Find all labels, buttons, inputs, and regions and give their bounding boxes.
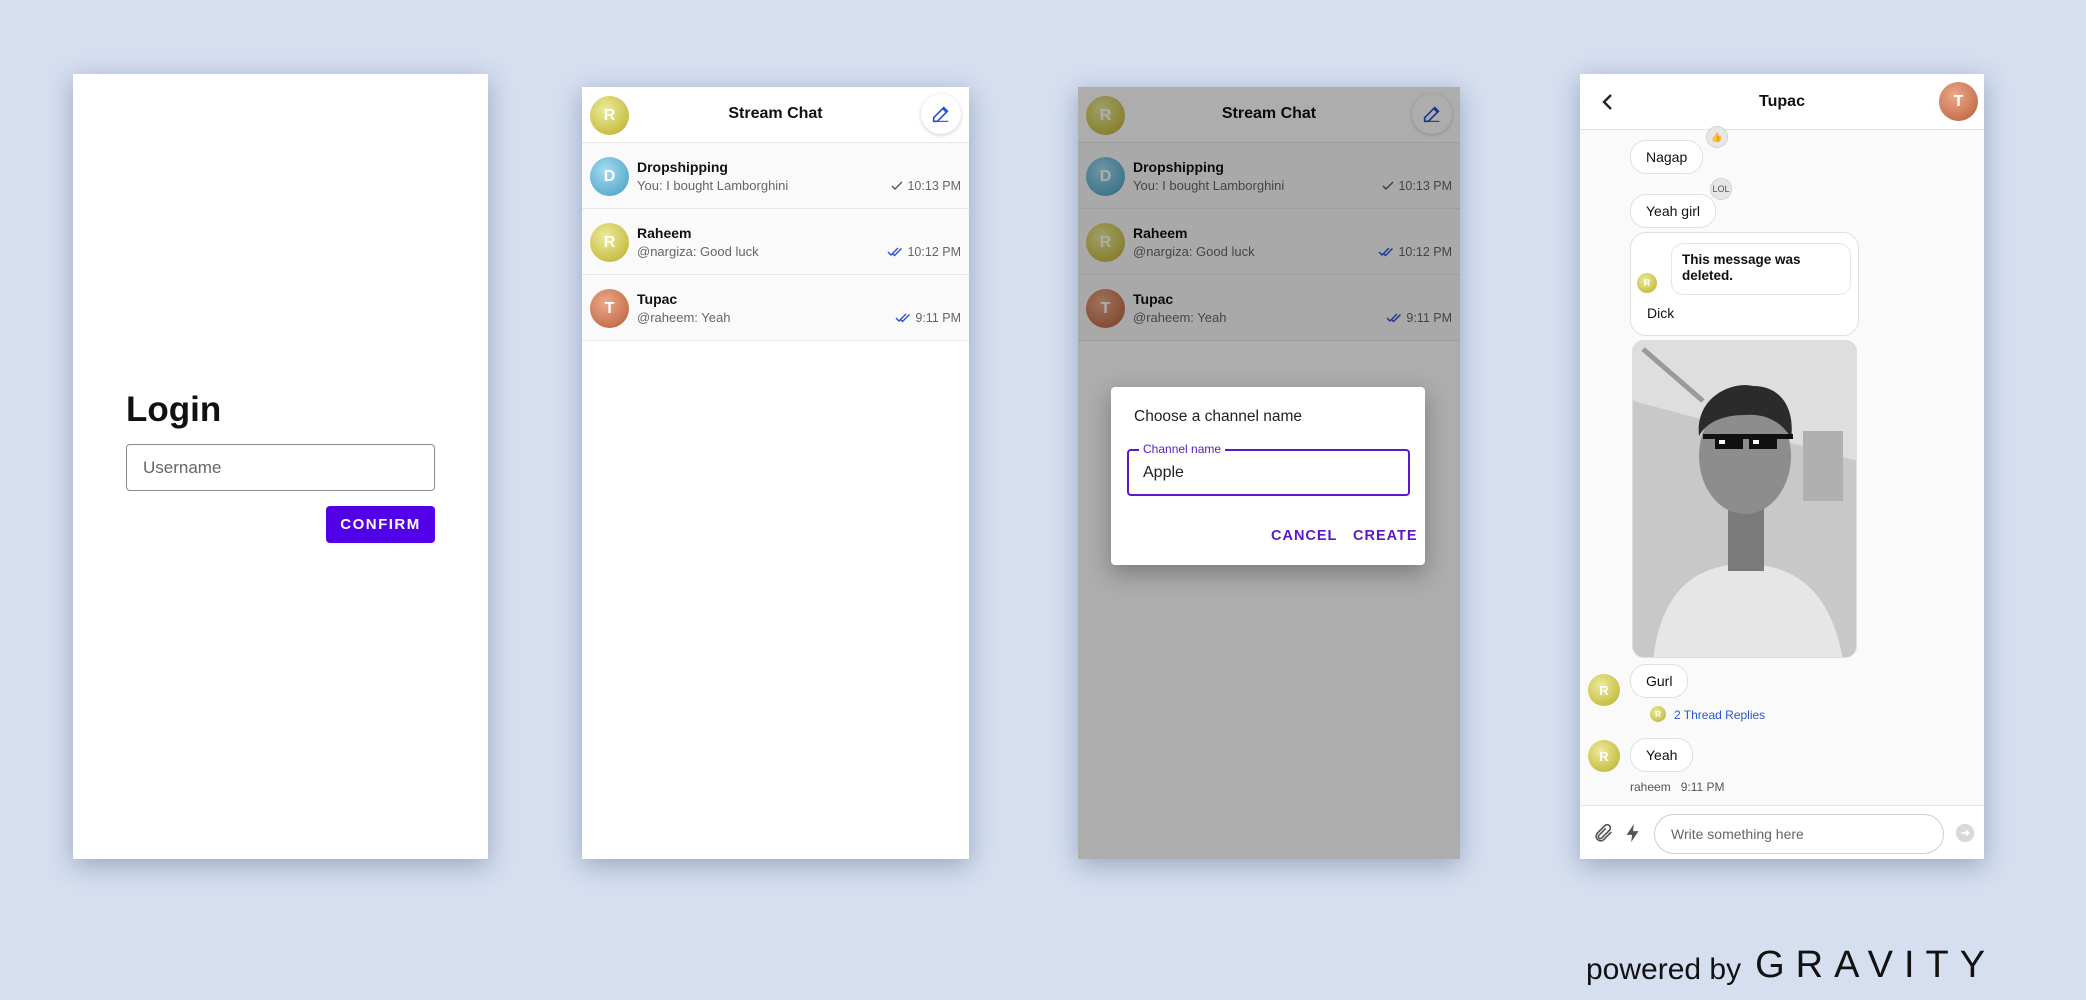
time-label: 10:13 PM [907, 179, 961, 193]
channel-name-field[interactable]: Channel name Apple [1127, 442, 1410, 496]
portrait-photo-image [1633, 341, 1856, 657]
time-label: 9:11 PM [915, 311, 961, 325]
contact-avatar[interactable]: T [1939, 82, 1978, 121]
channel-list: D Dropshipping You: I bought Lamborghini… [582, 143, 969, 341]
single-check-icon [891, 181, 903, 190]
message-time: 9:11 PM [1680, 780, 1725, 794]
avatar: D [590, 157, 629, 196]
dialog-title: Choose a channel name [1134, 408, 1303, 425]
double-check-icon [887, 247, 903, 257]
channel-preview: You: I bought Lamborghini [637, 178, 789, 193]
channel-name: Raheem [637, 225, 692, 241]
cancel-button[interactable]: CANCEL [1271, 528, 1337, 544]
create-channel-dialog: Choose a channel name Channel name Apple… [1111, 387, 1425, 565]
channel-preview: @raheem: Yeah [637, 310, 731, 325]
lightning-icon[interactable] [1622, 822, 1644, 844]
thread-replies-link[interactable]: 2 Thread Replies [1674, 708, 1765, 722]
paperclip-icon[interactable] [1592, 822, 1614, 844]
channel-preview: @nargiza: Good luck [637, 244, 759, 259]
sender-avatar[interactable]: R [1588, 674, 1620, 706]
field-label: Channel name [1139, 442, 1226, 456]
channel-time: 10:12 PM [887, 245, 961, 259]
login-title: Login [126, 390, 222, 429]
time-label: 10:12 PM [907, 245, 961, 259]
brand-footer: powered by GRAVITY [1586, 944, 1996, 987]
avatar: T [590, 289, 629, 328]
thread-participant-avatar: R [1650, 706, 1666, 722]
lol-reaction-icon[interactable]: LOL [1710, 178, 1732, 200]
chat-screen: Tupac T Nagap 👍 Yeah girl LOL This messa… [1580, 74, 1984, 859]
thumbs-up-reaction-icon[interactable]: 👍 [1706, 126, 1728, 148]
message-input[interactable] [1654, 814, 1944, 854]
gravity-logo: GRAVITY [1755, 944, 1997, 986]
photo-attachment[interactable] [1632, 340, 1857, 658]
channel-name: Dropshipping [637, 159, 728, 175]
message-bubble[interactable]: Gurl [1630, 664, 1689, 698]
send-icon[interactable] [1954, 822, 1976, 844]
channel-row-raheem[interactable]: R Raheem @nargiza: Good luck 10:12 PM [582, 209, 969, 275]
deleted-message-quote: This message was deleted. [1671, 243, 1851, 295]
message-meta: raheem 9:11 PM [1630, 780, 1725, 794]
chat-header: Tupac T [1580, 74, 1984, 130]
channel-time: 9:11 PM [895, 311, 961, 325]
create-channel-screen: R Stream Chat D Dropshipping You: I boug… [1078, 87, 1460, 859]
create-button[interactable]: CREATE [1353, 528, 1418, 544]
chat-title: Tupac [1759, 93, 1805, 110]
powered-by-text: powered by [1586, 953, 1742, 986]
quoted-message-card[interactable]: This message was deleted. R Dick [1630, 232, 1859, 336]
username-input[interactable] [126, 444, 435, 491]
pencil-icon [932, 106, 949, 123]
channel-name: Tupac [637, 291, 678, 307]
sender-avatar[interactable]: R [1588, 740, 1620, 772]
message-bubble[interactable]: Nagap [1630, 140, 1704, 174]
message-composer [1580, 805, 1984, 859]
app-title: Stream Chat [728, 105, 823, 122]
sender-name: raheem [1630, 780, 1671, 794]
avatar: R [1637, 273, 1657, 293]
login-screen: Login CONFIRM [73, 74, 488, 859]
new-channel-button[interactable] [921, 94, 961, 134]
field-value[interactable]: Apple [1143, 464, 1184, 482]
double-check-icon [895, 313, 911, 323]
avatar: R [590, 223, 629, 262]
message-bubble[interactable]: Yeah [1630, 738, 1694, 772]
message-bubble[interactable]: Yeah girl [1630, 194, 1716, 228]
channel-row-tupac[interactable]: T Tupac @raheem: Yeah 9:11 PM [582, 275, 969, 341]
message-text: Dick [1647, 305, 1675, 321]
channel-time: 10:13 PM [891, 179, 961, 193]
channel-row-dropshipping[interactable]: D Dropshipping You: I bought Lamborghini… [582, 143, 969, 209]
channel-list-screen: R Stream Chat D Dropshipping You: I boug… [582, 87, 969, 859]
confirm-button[interactable]: CONFIRM [326, 506, 435, 543]
channel-list-header: R Stream Chat [582, 87, 969, 143]
